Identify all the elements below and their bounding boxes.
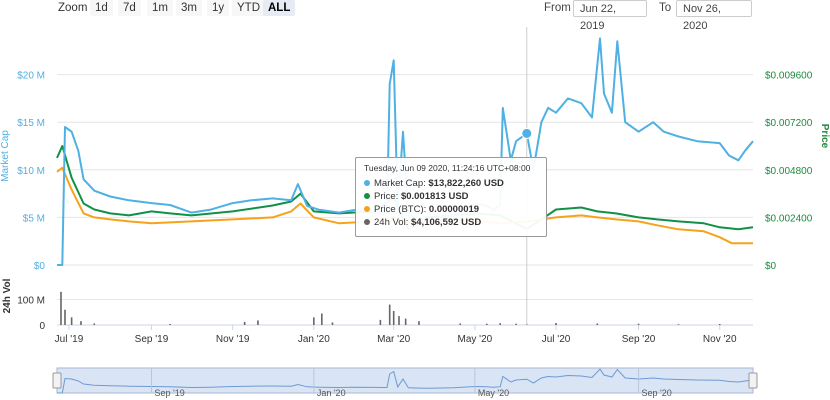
navigator-tick-label: Jan '20: [317, 388, 346, 398]
volume-bar: [169, 323, 171, 325]
volume-bar: [388, 304, 391, 325]
volume-bar: [459, 323, 462, 325]
x-tick-label: May '20: [458, 334, 493, 345]
x-tick-label: Sep '20: [622, 334, 656, 345]
navigator-tick-label: Sep '20: [642, 388, 672, 398]
tooltip-row-price-btc: Price (BTC): 0.00000019: [364, 203, 538, 216]
price-btc-dot-icon: [364, 206, 370, 213]
navigator-handle-right[interactable]: [748, 372, 758, 389]
market-cap-dot-icon: [364, 180, 370, 187]
tooltip-value: $13,822,260 USD: [428, 178, 504, 189]
volume-bar: [555, 322, 557, 325]
volume-bar: [596, 323, 599, 325]
x-tick-label: Nov '19: [216, 334, 250, 345]
tooltip-value: 0.00000019: [428, 204, 480, 215]
left-tick-label: $10 M: [17, 166, 45, 177]
volume-bar: [404, 318, 407, 325]
volume-bar: [677, 324, 680, 325]
volume-bar: [64, 309, 66, 325]
volume-tick-label: 0: [39, 321, 45, 332]
price-dot-icon: [364, 193, 370, 200]
navigator-tick-label: Sep '19: [154, 388, 184, 398]
volume-bar: [313, 317, 315, 325]
navigator-handle-left[interactable]: [52, 372, 62, 389]
volume-bar: [70, 317, 73, 325]
tooltip-label: Price:: [374, 191, 399, 202]
tooltip-date: Tuesday, Jun 09 2020, 11:24:16 UTC+08:00: [364, 163, 531, 173]
volume-bar: [499, 323, 501, 325]
volume-bar: [243, 321, 246, 325]
left-tick-label: $5 M: [23, 213, 45, 224]
volume-dot-icon: [364, 219, 370, 226]
x-tick-label: Nov '20: [703, 334, 737, 345]
x-tick-label: Jul '19: [55, 334, 84, 345]
volume-bar: [398, 316, 400, 325]
right-tick-label: $0.009600: [765, 71, 813, 82]
navigator-tick-label: May '20: [478, 388, 509, 398]
right-tick-label: $0.007200: [765, 118, 813, 129]
volume-bar: [257, 320, 259, 325]
left-tick-label: $15 M: [17, 118, 45, 129]
tooltip-row-market-cap: Market Cap: $13,822,260 USD: [364, 177, 538, 190]
tooltip-value: $4,106,592 USD: [410, 217, 482, 228]
volume-bar: [331, 322, 334, 325]
volume-bar: [321, 313, 323, 325]
right-axis-title: Price: [819, 124, 830, 149]
volume-bars: [60, 291, 721, 325]
volume-tick-label: 100 M: [17, 296, 45, 307]
right-tick-label: $0: [765, 261, 777, 272]
x-tick-label: Jul '20: [542, 334, 571, 345]
volume-bar: [392, 310, 395, 325]
volume-bar: [93, 323, 96, 325]
volume-bar: [80, 321, 82, 325]
tooltip-value: $0.001813 USD: [400, 191, 469, 202]
left-axis-title: Market Cap: [0, 130, 11, 182]
tooltip-row-volume: 24h Vol: $4,106,592 USD: [364, 216, 538, 229]
x-tick-label: Jan '20: [298, 334, 330, 345]
right-tick-label: $0.004800: [765, 166, 813, 177]
x-tick-label: Mar '20: [377, 334, 410, 345]
tooltip: Tuesday, Jun 09 2020, 11:24:16 UTC+08:00…: [355, 157, 547, 237]
volume-bar: [515, 323, 517, 325]
tooltip-label: Market Cap:: [374, 178, 426, 189]
volume-bar: [637, 323, 640, 325]
volume-bar: [379, 319, 382, 325]
volume-bar: [718, 323, 721, 325]
hover-marker: [521, 127, 533, 139]
navigator: Sep '19 Jan '20 May '20 Sep '20: [52, 367, 758, 398]
volume-bar: [486, 323, 488, 325]
volume-bar: [60, 291, 62, 325]
right-tick-label: $0.002400: [765, 213, 813, 224]
volume-bar: [418, 321, 420, 325]
tooltip-label: Price (BTC):: [374, 204, 427, 215]
tooltip-label: 24h Vol:: [374, 217, 409, 228]
tooltip-row-price: Price: $0.001813 USD: [364, 190, 538, 203]
x-tick-label: Sep '19: [135, 334, 169, 345]
volume-axis-title: 24h Vol: [2, 278, 13, 313]
left-tick-label: $20 M: [17, 71, 45, 82]
left-tick-label: $0: [34, 261, 46, 272]
